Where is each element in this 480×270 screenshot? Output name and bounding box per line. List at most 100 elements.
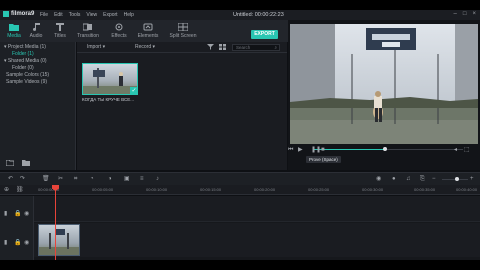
lock-icon[interactable]: 🔒 [14,240,21,246]
volume-icon[interactable]: ◂ [454,147,457,153]
tab-transition-label: Transition [77,33,99,39]
app-logo: filmora9 [3,11,34,17]
project-panel: ▾ Project Media (1) Folder (1) ▾ Shared … [0,42,76,170]
tab-transition[interactable]: Transition [74,23,102,39]
audio-mixer-icon[interactable]: ≡ [140,176,144,182]
project-folder-item[interactable]: Folder (1) [12,51,34,57]
cut-icon[interactable]: ✂ [58,176,63,182]
ruler-tick: 00:00:20:00 [254,187,276,192]
render-icon[interactable]: ◉ [376,176,381,182]
ruler-tick: 00:00:05:00 [92,187,114,192]
sample-colors-item[interactable]: Sample Colors (15) [6,72,49,78]
menu-export[interactable]: Export [103,12,117,18]
media-toolbar: Import ▾ Record ▾ Search ⌕ [77,42,287,53]
shared-media-label: Shared Media (0) [7,58,47,64]
zoom-out-icon[interactable]: − [432,176,436,182]
ruler-tick: 00:00:35:00 [414,187,436,192]
redo-icon[interactable]: ↷ [20,176,25,182]
main-toolbar: Media Audio Titles Transition Effects El… [0,20,288,42]
search-icon: ⌕ [274,45,277,50]
undo-icon[interactable]: ↶ [8,176,13,182]
title-bar: filmora9 File Edit Tools View Export Hel… [0,10,480,20]
zoom-in-icon[interactable]: + [470,176,474,182]
chevron-down-icon: ▾ [102,44,106,50]
new-folder-icon[interactable] [6,160,14,166]
shared-media-item[interactable]: ▾ Shared Media (0) [4,58,47,64]
video-preview[interactable] [290,24,478,144]
playhead[interactable] [55,185,56,260]
search-placeholder: Search [236,45,251,50]
tooltip: Prove (Space) [306,156,341,163]
ruler-tick: 00:00:30:00 [362,187,384,192]
zoom-slider-handle[interactable] [455,177,459,181]
media-clip-caption: КОГДА ТЫ КРУЧЕ ВСЕ... [82,97,134,102]
delete-icon[interactable]: 🗑 [42,176,50,182]
add-track-icon[interactable]: ⊕ [4,187,9,193]
grid-view-icon[interactable] [219,44,226,50]
pause-icon[interactable]: ❚❚ [311,147,321,153]
elements-icon [143,23,153,31]
tab-elements[interactable]: Elements [134,23,162,39]
menu-bar: File Edit Tools View Export Help [40,12,134,18]
chevron-down-icon: ▾ [152,44,156,50]
track-1[interactable] [34,223,480,257]
ruler-tick: 00:00:25:00 [308,187,330,192]
tab-media-label: Media [7,33,21,39]
tab-effects[interactable]: Effects [105,23,133,39]
ruler-tick: 00:00:10:00 [146,187,168,192]
eye-icon[interactable]: ◉ [24,240,29,246]
voiceover-icon[interactable]: ♫ [406,176,411,182]
mic-icon[interactable]: ● [392,176,396,182]
link-icon[interactable]: ⛓ [16,187,24,193]
color-icon[interactable]: ◑ [108,176,112,182]
video-frame [290,24,478,144]
filter-icon[interactable] [207,44,214,50]
shared-folder-item[interactable]: Folder (0) [12,65,34,71]
media-library: Import ▾ Record ▾ Search ⌕ ✓ КОГДА ТЫ КРУ… [77,42,287,170]
tab-titles[interactable]: Titles [46,23,74,39]
menu-help[interactable]: Help [124,12,134,18]
tab-split-screen[interactable]: Split Screen [166,23,200,39]
menu-tools[interactable]: Tools [69,12,81,18]
track-2[interactable] [34,196,480,222]
play-icon[interactable]: ▶ [298,147,303,153]
timeline-clip[interactable] [38,224,80,256]
tab-split-screen-label: Split Screen [169,33,197,39]
close-icon[interactable]: × [472,11,476,17]
folder-icon[interactable] [22,160,30,166]
export-button[interactable]: EXPORT [251,30,278,39]
project-media-item[interactable]: ▾ Project Media (1) [4,44,46,50]
tab-titles-label: Titles [54,33,66,39]
tab-audio-label: Audio [29,33,43,39]
minimize-icon[interactable]: – [454,11,457,17]
search-input[interactable]: Search ⌕ [232,44,280,51]
maximize-icon[interactable]: □ [463,11,467,17]
project-panel-actions [6,160,30,166]
skip-back-icon[interactable]: ⏮ [288,147,293,153]
lock-icon[interactable]: 🔒 [14,211,21,217]
audio-icon[interactable]: ♪ [156,176,159,182]
record-dropdown[interactable]: Record ▾ [135,44,155,50]
track-video-icon: ▮ [4,211,8,217]
folder-icon [9,24,19,31]
playback-scrubber-handle[interactable] [383,147,387,151]
menu-edit[interactable]: Edit [54,12,63,18]
window-controls: – □ × [454,11,476,17]
stop-icon[interactable]: ■ [321,147,325,153]
crop-icon[interactable]: ⌗ [74,176,77,182]
record-label: Record [135,44,152,50]
import-dropdown[interactable]: Import ▾ [87,44,105,50]
sample-videos-item[interactable]: Sample Videos (9) [6,79,47,85]
screen-bottom-border [0,260,480,270]
fullscreen-icon[interactable]: ⬚ [464,147,470,153]
speed-icon[interactable]: ◔ [90,176,94,182]
project-media-label: Project Media (1) [7,44,46,50]
eye-icon[interactable]: ◉ [24,211,29,217]
clip-thumbnail-image [39,229,79,255]
screen-top-border [0,0,480,10]
timeline-ruler[interactable]: ⊕ ⛓ 00:00:00:00 00:00:05:00 00:00:10:00 … [0,185,480,195]
menu-file[interactable]: File [40,12,48,18]
green-screen-icon[interactable]: ▣ [124,176,130,182]
menu-view[interactable]: View [86,12,97,18]
snapshot-icon[interactable]: ⎘ [420,176,425,182]
